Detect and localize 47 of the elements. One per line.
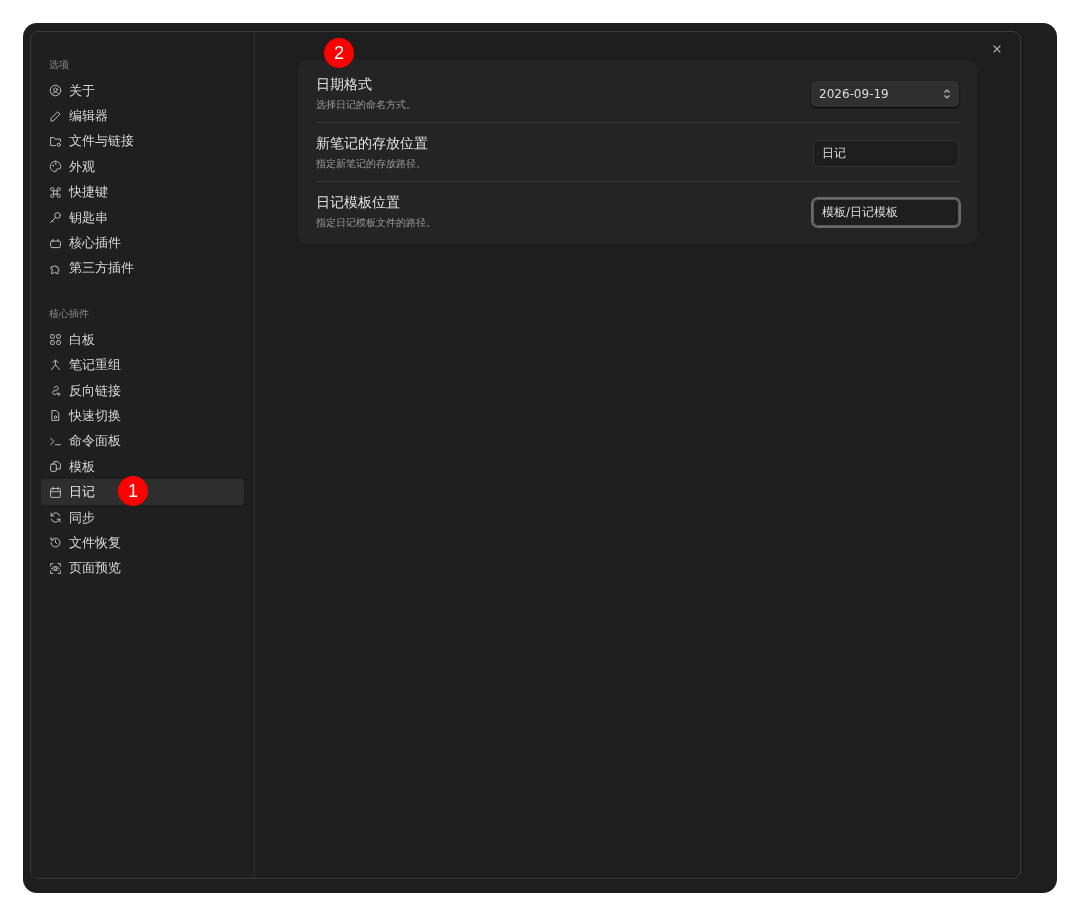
setting-description: 选择日记的命名方式。 xyxy=(316,98,416,112)
history-icon xyxy=(49,536,62,550)
sidebar-item[interactable]: 快速切换 xyxy=(41,403,244,429)
sidebar-item[interactable]: 命令面板 xyxy=(41,428,244,455)
sidebar-item[interactable]: 同步 xyxy=(41,504,244,531)
input-field[interactable]: 模板/日记模板 xyxy=(813,198,959,226)
close-icon[interactable] xyxy=(992,44,1002,54)
sidebar-item[interactable]: 笔记重组 xyxy=(41,352,244,378)
annotation-badge: 2 xyxy=(324,38,354,68)
key-icon xyxy=(49,211,62,225)
merge-icon xyxy=(49,358,62,372)
command-icon xyxy=(49,185,62,199)
palette-icon xyxy=(49,160,62,174)
chevron-icon xyxy=(943,88,951,100)
sidebar-item[interactable]: 关于 xyxy=(41,78,244,104)
pencil-icon xyxy=(49,109,62,123)
section-heading: 选项 xyxy=(48,58,70,72)
sync-icon xyxy=(49,511,62,525)
sidebar-item[interactable]: 快捷键 xyxy=(41,179,244,205)
file-icon xyxy=(49,409,62,423)
sidebar-item[interactable]: 反向链接 xyxy=(41,377,244,404)
calendar-icon xyxy=(49,485,62,499)
sidebar-item[interactable]: 页面预览 xyxy=(41,555,244,582)
copy-icon xyxy=(49,460,62,474)
sidebar-item[interactable]: 外观 xyxy=(41,154,244,180)
input-field[interactable]: 日记 xyxy=(813,139,959,167)
sidebar-item[interactable]: 文件与链接 xyxy=(41,128,244,155)
sidebar-item[interactable]: 白板 xyxy=(41,327,244,353)
sidebar-item[interactable]: 文件恢复 xyxy=(41,530,244,556)
link-icon xyxy=(49,384,62,398)
setting-description: 指定日记模板文件的路径。 xyxy=(316,216,436,230)
setting-name: 日记模板位置 xyxy=(316,194,401,212)
folder-icon xyxy=(49,134,62,148)
sidebar-item[interactable]: 编辑器 xyxy=(41,103,244,129)
user-circle-icon xyxy=(49,84,62,98)
sidebar-item[interactable]: 钥匙串 xyxy=(41,204,244,231)
date-format-dropdown[interactable]: 2026-09-19 xyxy=(811,81,959,107)
sidebar-item[interactable]: 第三方插件 xyxy=(41,255,244,282)
setting-name: 日期格式 xyxy=(316,76,373,94)
setting-name: 新笔记的存放位置 xyxy=(316,135,428,153)
section-heading: 核心插件 xyxy=(48,307,90,322)
grid-icon xyxy=(49,333,62,347)
sidebar-item[interactable]: 日记 1 xyxy=(41,479,244,505)
annotation-badge: 1 xyxy=(118,476,148,507)
eye-icon xyxy=(49,561,62,575)
setting-description: 指定新笔记的存放路径。 xyxy=(316,157,427,171)
sidebar-item[interactable]: 核心插件 xyxy=(41,230,244,256)
